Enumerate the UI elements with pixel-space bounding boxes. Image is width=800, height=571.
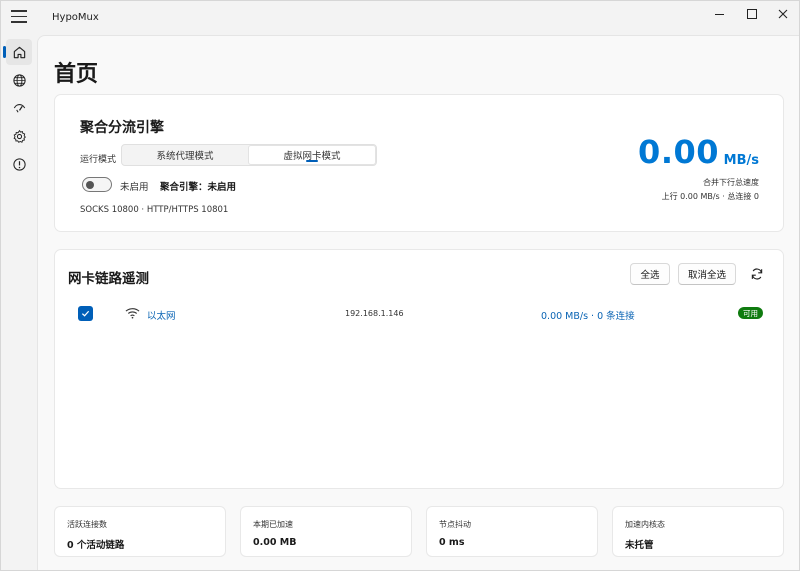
engine-title: 聚合分流引擎 [80, 120, 164, 136]
interface-row: 以太网 192.168.1.146 0.00 MB/s · 0 条连接 可用 [55, 302, 785, 326]
stat-value: 0 个活动链路 [67, 540, 125, 551]
interface-checkbox[interactable] [78, 306, 93, 321]
nav-item-home[interactable] [3, 39, 32, 65]
home-icon [13, 46, 25, 58]
refresh-icon [751, 268, 763, 280]
title-bar: HypoMux [1, 1, 799, 35]
wifi-icon [125, 308, 140, 319]
info-icon [12, 157, 26, 171]
stat-label: 本期已加速 [253, 520, 293, 529]
stat-card-kernel-state: 加速内核态 未托管 [612, 506, 784, 557]
mode-option-virtual-nic[interactable]: 虚拟网卡模式 [248, 145, 376, 165]
stat-value: 0 ms [439, 537, 465, 548]
stat-label: 活跃连接数 [67, 520, 107, 529]
nav-item-network[interactable] [6, 67, 32, 93]
link-telemetry-card: 网卡链路遥测 全选 取消全选 以太网 192.168.1.146 0.00 MB… [54, 249, 784, 489]
engine-status-label: 聚合引擎： [160, 182, 208, 193]
socks-info: SOCKS 10800 · HTTP/HTTPS 10801 [80, 205, 229, 215]
toggle-label: 未启用 [120, 182, 149, 193]
stat-value: 0.00 MB [253, 537, 297, 548]
app-title: HypoMux [52, 12, 99, 23]
engine-status-value: 未启用 [207, 182, 237, 193]
speed-detail: 上行 0.00 MB/s · 总连接 0 [661, 192, 759, 201]
stat-card-jitter: 节点抖动 0 ms [426, 506, 598, 557]
mode-label: 运行模式 [80, 155, 117, 165]
deselect-all-button[interactable]: 取消全选 [678, 263, 736, 285]
mode-option-system-proxy[interactable]: 系统代理模式 [122, 145, 248, 165]
page-title: 首页 [54, 62, 99, 87]
stat-card-accelerated: 本期已加速 0.00 MB [240, 506, 412, 557]
interface-name[interactable]: 以太网 [147, 308, 176, 322]
hamburger-menu-icon[interactable] [11, 10, 27, 24]
minimize-button[interactable] [701, 1, 737, 27]
stat-label: 节点抖动 [439, 520, 471, 529]
stat-value: 未托管 [625, 540, 654, 551]
close-icon [778, 9, 788, 19]
globe-icon [12, 73, 26, 87]
speed-value: 0.00 [638, 133, 719, 171]
gear-icon [13, 129, 26, 143]
checkmark-icon [81, 310, 90, 317]
engine-card: 聚合分流引擎 运行模式 系统代理模式 虚拟网卡模式 未启用 聚合引擎：未启用 S… [54, 94, 784, 232]
main-content: 首页 聚合分流引擎 运行模式 系统代理模式 虚拟网卡模式 未启用 聚合引擎：未启… [37, 35, 799, 570]
engine-toggle[interactable] [82, 177, 112, 192]
stat-label: 加速内核态 [625, 520, 665, 529]
stat-card-active-connections: 活跃连接数 0 个活动链路 [54, 506, 226, 557]
interface-ip: 192.168.1.146 [345, 309, 404, 318]
app-window: HypoMux 首页 聚合分流引擎 运行模式 系统代理模式 虚拟网卡模式 未启用… [0, 0, 800, 571]
nav-item-settings[interactable] [6, 123, 32, 149]
link-telemetry-title: 网卡链路遥测 [68, 271, 149, 287]
interface-speed: 0.00 MB/s · 0 条连接 [541, 311, 635, 322]
nav-item-about[interactable] [6, 151, 32, 177]
close-button[interactable] [765, 1, 799, 27]
speed-caption: 合并下行总速度 [703, 178, 759, 187]
speed-unit: MB/s [723, 153, 759, 168]
select-all-button[interactable]: 全选 [630, 263, 670, 285]
status-badge: 可用 [738, 307, 763, 319]
speedometer-icon [13, 103, 25, 113]
navigation-rail [1, 35, 37, 570]
refresh-button[interactable] [748, 265, 766, 283]
nav-item-speed[interactable] [6, 95, 32, 121]
mode-selector: 系统代理模式 虚拟网卡模式 [121, 144, 377, 166]
engine-status: 聚合引擎：未启用 [160, 179, 236, 193]
